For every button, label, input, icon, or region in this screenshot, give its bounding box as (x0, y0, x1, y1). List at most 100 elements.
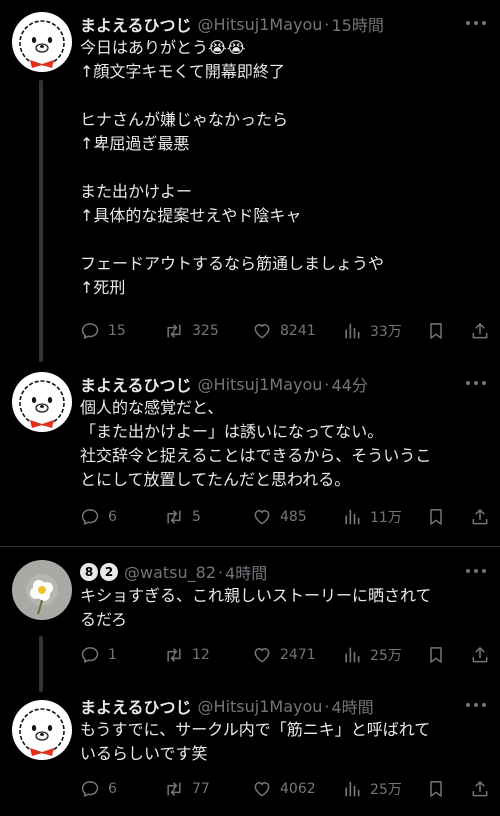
tweet-header: まよえるひつじ @Hitsuj1Mayou · 4時間 (80, 694, 374, 718)
retweet-button[interactable]: 77 (164, 778, 210, 800)
tweet-header: まよえるひつじ @Hitsuj1Mayou · 15時間 (80, 12, 384, 36)
like-count: 485 (280, 509, 307, 525)
view-count: 11万 (370, 510, 402, 526)
retweet-icon (167, 510, 181, 524)
heart-icon (254, 782, 270, 797)
tweet-line: るだろ (80, 610, 128, 629)
reply-button[interactable]: 6 (80, 778, 117, 800)
user-handle[interactable]: @Hitsuj1Mayou (198, 15, 323, 34)
tweet-text: もうすでに、サークル内で「筋ニキ」と呼ばれて いるらしいです笑 (80, 718, 490, 766)
reply-count: 6 (108, 509, 117, 525)
badge-icon: 2 (100, 563, 118, 581)
bookmark-icon (430, 323, 442, 339)
timestamp[interactable]: 4時間 (331, 694, 373, 718)
reply-count: 6 (108, 781, 117, 797)
tweet-line: ↑死刑 (80, 278, 126, 297)
share-button[interactable] (470, 506, 498, 528)
avatar[interactable] (12, 560, 72, 620)
like-button[interactable]: 8241 (252, 320, 316, 342)
retweet-button[interactable]: 325 (164, 320, 219, 342)
tweet-line (80, 84, 490, 108)
avatar[interactable] (12, 700, 72, 760)
bookmark-button[interactable] (426, 778, 454, 800)
more-icon[interactable] (466, 566, 488, 576)
reply-button[interactable]: 15 (80, 320, 126, 342)
tweet-text: 今日はありがとう😭😭 ↑顔文字キモくて開幕即終了 ヒナさんが嫌じゃなかったら ↑… (80, 36, 490, 300)
tweet-line: とにして放置してたんだと思われる。 (80, 470, 351, 489)
views-button[interactable]: 11万 (342, 506, 402, 528)
reply-icon (81, 509, 99, 525)
share-button[interactable] (470, 320, 498, 342)
reply-button[interactable]: 1 (80, 644, 117, 666)
bookmark-button[interactable] (426, 320, 454, 342)
tweet-line: 社交辞令と捉えることはできるから、そういうこ (80, 446, 432, 465)
tweet-line: また出かけよー (80, 182, 193, 201)
display-name[interactable]: まよえるひつじ (80, 372, 192, 396)
retweet-count: 5 (192, 509, 201, 525)
tweet-line (80, 156, 490, 180)
tweet-line (80, 228, 490, 252)
tweet[interactable]: まよえるひつじ @Hitsuj1Mayou · 44分 個人的な感覚だと、 「ま… (0, 372, 500, 528)
user-handle[interactable]: @watsu_82 (124, 563, 216, 582)
tweet[interactable]: まよえるひつじ @Hitsuj1Mayou · 4時間 もうすでに、サークル内で… (0, 694, 500, 804)
tweet-line: 個人的な感覚だと、 (80, 398, 224, 417)
like-button[interactable]: 4062 (252, 778, 316, 800)
views-button[interactable]: 25万 (342, 778, 402, 800)
view-count: 33万 (370, 324, 402, 340)
action-bar: 6 77 4062 25万 (80, 778, 490, 800)
reply-count: 15 (108, 323, 126, 339)
tweet[interactable]: 8 2 @watsu_82 · 4時間 キショすぎる、これ親しいストーリーに晒さ… (0, 560, 500, 676)
display-name[interactable]: まよえるひつじ (80, 694, 192, 718)
timestamp[interactable]: 44分 (331, 372, 367, 396)
timestamp[interactable]: 15時間 (331, 12, 383, 36)
share-button[interactable] (470, 778, 498, 800)
retweet-button[interactable]: 12 (164, 644, 210, 666)
user-handle[interactable]: @Hitsuj1Mayou (198, 697, 323, 716)
tweet[interactable]: まよえるひつじ @Hitsuj1Mayou · 15時間 今日はありがとう😭😭 … (0, 12, 500, 352)
tweet-line: いるらしいです笑 (80, 744, 208, 763)
separator: · (218, 562, 224, 582)
tweet-text: キショすぎる、これ親しいストーリーに晒されて るだろ (80, 584, 490, 632)
heart-icon (254, 324, 270, 339)
tweet-line: ↑具体的な提案せえやド陰キャ (80, 206, 302, 225)
avatar[interactable] (12, 372, 72, 432)
user-handle[interactable]: @Hitsuj1Mayou (198, 375, 323, 394)
views-icon (345, 509, 360, 525)
view-count: 25万 (370, 648, 402, 664)
action-bar: 6 5 485 11万 (80, 506, 490, 528)
heart-icon (254, 510, 270, 525)
retweet-count: 325 (192, 323, 219, 339)
reply-icon (81, 781, 99, 797)
action-bar: 15 325 8241 33万 (80, 320, 490, 342)
retweet-count: 77 (192, 781, 210, 797)
bookmark-button[interactable] (426, 506, 454, 528)
like-button[interactable]: 485 (252, 506, 307, 528)
timestamp[interactable]: 4時間 (225, 560, 267, 584)
like-count: 8241 (280, 323, 316, 339)
retweet-icon (167, 648, 181, 662)
action-bar: 1 12 2471 25万 (80, 644, 490, 666)
views-button[interactable]: 33万 (342, 320, 402, 342)
tweet-text: 個人的な感覚だと、 「また出かけよー」は誘いになってない。 社交辞令と捉えること… (80, 396, 490, 492)
views-icon (345, 323, 360, 339)
display-name[interactable]: まよえるひつじ (80, 12, 192, 36)
like-count: 2471 (280, 647, 316, 663)
reply-button[interactable]: 6 (80, 506, 117, 528)
more-icon[interactable] (466, 18, 488, 28)
retweet-icon (167, 324, 181, 338)
like-button[interactable]: 2471 (252, 644, 316, 666)
avatar[interactable] (12, 12, 72, 72)
share-button[interactable] (470, 644, 498, 666)
retweet-icon (167, 782, 181, 796)
retweet-button[interactable]: 5 (164, 506, 201, 528)
tweet-header: まよえるひつじ @Hitsuj1Mayou · 44分 (80, 372, 368, 396)
like-count: 4062 (280, 781, 316, 797)
tweet-line: ↑顔文字キモくて開幕即終了 (80, 62, 285, 81)
share-icon (472, 647, 488, 663)
views-button[interactable]: 25万 (342, 644, 402, 666)
tweet-line: 今日はありがとう😭😭 (80, 38, 246, 57)
more-icon[interactable] (466, 378, 488, 388)
more-icon[interactable] (466, 700, 488, 710)
bookmark-button[interactable] (426, 644, 454, 666)
views-icon (345, 781, 360, 797)
